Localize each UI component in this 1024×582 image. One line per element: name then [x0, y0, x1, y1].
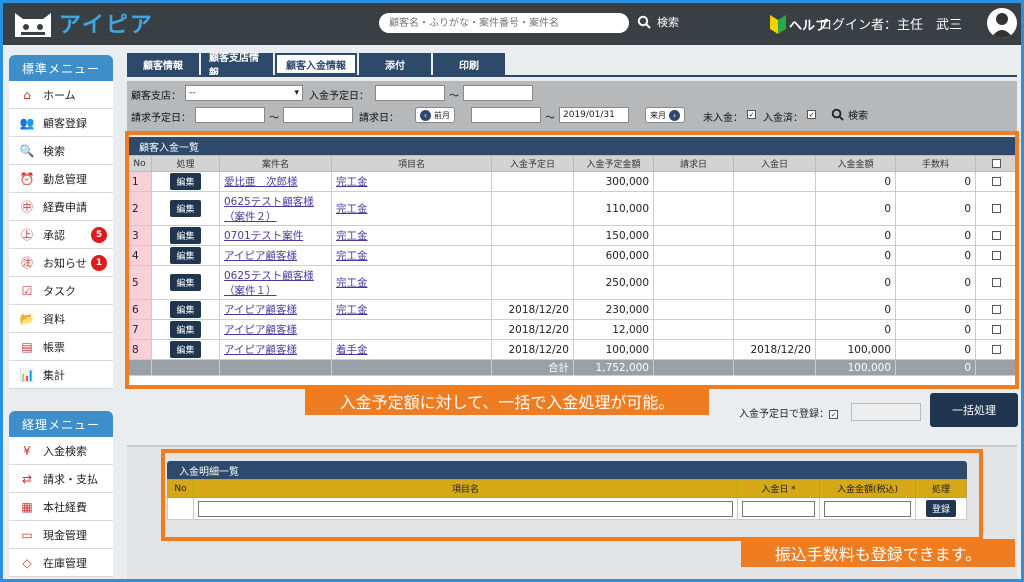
- notice-badge: 1: [91, 255, 107, 271]
- task-icon: ☑: [21, 283, 33, 298]
- highlight-box-lower: [161, 449, 983, 541]
- clock-icon: ⏰: [19, 171, 35, 186]
- tab-payment-info[interactable]: 顧客入金情報: [275, 53, 357, 75]
- global-search-input[interactable]: [379, 13, 629, 33]
- bulk-date-checkbox[interactable]: ✓: [829, 409, 838, 419]
- unpaid-label: 未入金：: [703, 113, 743, 124]
- due-to-input[interactable]: [463, 85, 533, 101]
- global-search-button[interactable]: 検索: [637, 14, 679, 30]
- callout-bulk: 入金予定額に対して、一括で入金処理が可能。: [305, 387, 709, 415]
- sidebar-item-home[interactable]: ⌂ ホーム: [9, 81, 113, 109]
- payment-search-icon: ¥: [23, 443, 31, 458]
- prev-month-button[interactable]: ‹ 前月: [415, 107, 455, 123]
- report-icon: ▤: [21, 339, 33, 354]
- top-bar: アイピア 検索 ヘルプ ログイン者：主任 武三: [3, 3, 1021, 45]
- tab-bar: 顧客情報 顧客支店情報 顧客入金情報 添付 印刷: [127, 53, 505, 79]
- highlight-box-upper: [125, 131, 1019, 389]
- folder-icon: 📂: [19, 311, 35, 326]
- accounting-menu: ¥ 入金検索 ⇄ 請求・支払 ▦ 本社経費 ▭ 現金管理 ◇ 在庫管理: [9, 437, 113, 577]
- search-icon: [637, 15, 651, 29]
- user-avatar[interactable]: [987, 8, 1017, 38]
- search-icon: [831, 108, 844, 121]
- sidebar-item-documents[interactable]: 📂 資料: [9, 305, 113, 333]
- callout-fee: 振込手数料も登録できます。: [741, 539, 1015, 567]
- cash-icon: ▭: [21, 527, 33, 542]
- sidebar-item-payment-search[interactable]: ¥ 入金検索: [9, 437, 113, 465]
- inventory-icon: ◇: [22, 555, 32, 570]
- standard-menu: ⌂ ホーム 👥 顧客登録 🔍 検索 ⏰ 勤怠管理 ㊥経費申請 ㊤承認 5 ㊟お知らせ 1 ☑…: [9, 81, 113, 389]
- filter-panel: 顧客支店： -- ▾ 入金予定日： ～ 請求予定日： ～ 請求日： ‹ 前月 ～ 2…: [127, 81, 1017, 131]
- tab-underline: [127, 75, 1017, 77]
- unpaid-checkbox[interactable]: ✓: [747, 109, 756, 120]
- branch-select[interactable]: -- ▾: [185, 85, 303, 101]
- tab-attachment[interactable]: 添付: [359, 53, 431, 75]
- bill-from-input[interactable]: [471, 107, 541, 123]
- sidebar-item-aggregate[interactable]: 📊 集計: [9, 361, 113, 389]
- chevron-left-icon: ‹: [420, 109, 431, 121]
- tab-customer-info[interactable]: 顧客情報: [127, 53, 199, 75]
- tab-branch-info[interactable]: 顧客支店情報: [201, 53, 273, 79]
- chart-icon: 📊: [19, 367, 35, 382]
- tab-print[interactable]: 印刷: [433, 53, 505, 75]
- paid-label: 入金済：: [763, 113, 803, 124]
- sidebar-item-cash[interactable]: ▭ 現金管理: [9, 521, 113, 549]
- standard-menu-title: 標準メニュー: [9, 55, 113, 81]
- sidebar-item-inventory[interactable]: ◇ 在庫管理: [9, 549, 113, 577]
- bill-due-to-input[interactable]: [283, 107, 353, 123]
- beginner-mark-icon: [770, 15, 786, 34]
- app-name: アイピア: [59, 13, 154, 38]
- app-logo[interactable]: アイピア: [11, 7, 154, 39]
- home-icon: ⌂: [23, 87, 31, 102]
- users-icon: 👥: [19, 115, 35, 130]
- expense-icon: ㊥: [20, 200, 33, 214]
- bulk-date-input[interactable]: [851, 403, 921, 421]
- due-label: 入金予定日：: [309, 91, 369, 102]
- sidebar-item-approval[interactable]: ㊤承認 5: [9, 221, 113, 249]
- bulk-process-button[interactable]: 一括処理: [930, 393, 1018, 427]
- bill-due-tilde: ～: [269, 113, 279, 124]
- sidebar: 標準メニュー ⌂ ホーム 👥 顧客登録 🔍 検索 ⏰ 勤怠管理 ㊥経費申請 ㊤承認 5 ㊟…: [3, 45, 119, 579]
- bulk-date-label: 入金予定日で登録： ✓: [739, 409, 838, 420]
- billing-icon: ⇄: [21, 471, 33, 486]
- approval-badge: 5: [91, 227, 107, 243]
- bill-due-from-input[interactable]: [195, 107, 265, 123]
- search-label: 検索: [657, 16, 679, 29]
- sidebar-item-forms[interactable]: ▤ 帳票: [9, 333, 113, 361]
- user-icon: [991, 13, 1013, 38]
- bill-label: 請求日：: [359, 113, 399, 124]
- paid-checkbox[interactable]: ✓: [807, 109, 816, 120]
- sidebar-item-task[interactable]: ☑ タスク: [9, 277, 113, 305]
- next-month-button[interactable]: 来月 ›: [645, 107, 685, 123]
- due-tilde: ～: [449, 91, 459, 102]
- chevron-down-icon: ▾: [294, 88, 299, 98]
- sidebar-item-billing[interactable]: ⇄ 請求・支払: [9, 465, 113, 493]
- due-from-input[interactable]: [375, 85, 445, 101]
- accounting-menu-title: 経理メニュー: [9, 411, 113, 437]
- bill-tilde: ～: [545, 113, 555, 124]
- search-doc-icon: 🔍: [19, 143, 35, 158]
- app-window: アイピア 検索 ヘルプ ログイン者：主任 武三 標準メニュー ⌂ホーム 👥顧客登…: [0, 0, 1024, 582]
- approve-icon: ㊤: [20, 228, 33, 242]
- sidebar-item-customer-register[interactable]: 👥 顧客登録: [9, 109, 113, 137]
- sidebar-item-notice[interactable]: ㊟お知らせ 1: [9, 249, 113, 277]
- cat-logo-icon: [15, 13, 51, 37]
- branch-label: 顧客支店：: [131, 91, 181, 102]
- sidebar-item-hq-expense[interactable]: ▦ 本社経費: [9, 493, 113, 521]
- sidebar-item-attendance[interactable]: ⏰ 勤怠管理: [9, 165, 113, 193]
- hq-expense-icon: ▦: [21, 499, 33, 514]
- sidebar-item-search[interactable]: 🔍 検索: [9, 137, 113, 165]
- main-content: 顧客情報 顧客支店情報 顧客入金情報 添付 印刷 顧客支店： -- ▾ 入金予定日…: [121, 45, 1021, 579]
- sidebar-item-expense[interactable]: ㊥経費申請: [9, 193, 113, 221]
- bill-due-label: 請求予定日：: [131, 113, 191, 124]
- bill-to-input[interactable]: 2019/01/31: [559, 107, 629, 123]
- filter-search-button[interactable]: 検索: [831, 107, 868, 122]
- chevron-right-icon: ›: [669, 109, 680, 121]
- notice-icon: ㊟: [20, 256, 33, 270]
- login-user: ログイン者：主任 武三: [819, 18, 963, 33]
